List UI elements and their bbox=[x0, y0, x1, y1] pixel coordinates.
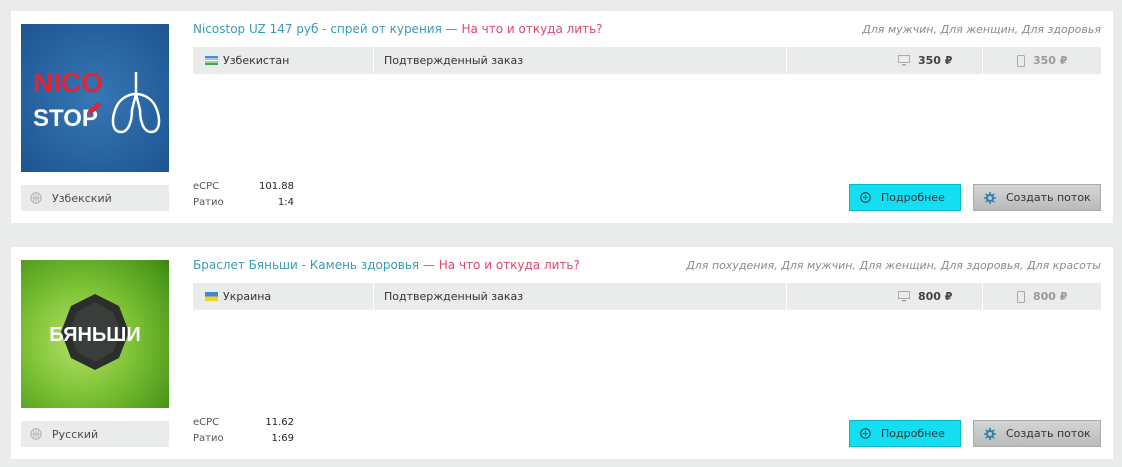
phone-icon bbox=[1017, 54, 1025, 67]
offer-categories: Для мужчин, Для женщин, Для здоровья bbox=[862, 23, 1101, 36]
monitor-icon bbox=[898, 55, 910, 66]
ecpc-value: 101.88 bbox=[259, 181, 294, 192]
offer-question-link[interactable]: — На что и откуда лить? bbox=[419, 258, 580, 272]
offer-card: NICO STOP Узбекский Nicostop UZ 147 руб … bbox=[11, 11, 1113, 223]
country-label: Узбекистан bbox=[223, 54, 290, 67]
plus-circle-icon bbox=[860, 428, 871, 439]
flag-uzbekistan-icon bbox=[205, 56, 218, 65]
ratio-label: Ратио bbox=[193, 433, 224, 444]
ratio-value: 1:4 bbox=[277, 197, 294, 208]
image-text-nico: NICO bbox=[33, 67, 103, 98]
offer-question-link[interactable]: — На что и откуда лить? bbox=[442, 22, 603, 36]
mobile-price: 350 ₽ bbox=[1033, 54, 1068, 67]
offer-info-row: Узбекистан Подтвержденный заказ 350 ₽ 35… bbox=[193, 47, 1101, 74]
desktop-price-cell: 800 ₽ bbox=[788, 283, 983, 310]
offer-title[interactable]: Nicostop UZ 147 руб - спрей от курения —… bbox=[193, 22, 603, 36]
create-stream-label: Создать поток bbox=[1006, 427, 1091, 440]
status-cell: Подтвержденный заказ bbox=[374, 47, 787, 74]
image-text-stop: STOP bbox=[33, 105, 98, 132]
offer-stats: eCPC 101.88 Ратио 1:4 bbox=[193, 181, 313, 213]
offer-card: БЯНЬШИ Русский Браслет Бяньши - Камень з… bbox=[11, 247, 1113, 459]
image-text-bianshi: БЯНЬШИ bbox=[49, 324, 141, 346]
desktop-price: 800 ₽ bbox=[918, 290, 953, 303]
more-button-label: Подробнее bbox=[881, 427, 945, 440]
plus-circle-icon bbox=[860, 192, 871, 203]
more-button[interactable]: Подробнее bbox=[849, 420, 961, 447]
ecpc-value: 11.62 bbox=[265, 417, 294, 428]
gear-icon bbox=[984, 427, 996, 440]
country-cell: Украина bbox=[193, 283, 374, 310]
offer-categories: Для похудения, Для мужчин, Для женщин, Д… bbox=[686, 259, 1101, 272]
offer-info-row: Украина Подтвержденный заказ 800 ₽ 800 ₽ bbox=[193, 283, 1101, 310]
gear-icon bbox=[984, 191, 996, 204]
offer-image[interactable]: NICO STOP bbox=[21, 24, 169, 172]
mobile-price-cell: 800 ₽ bbox=[983, 283, 1101, 310]
offer-title[interactable]: Браслет Бяньши - Камень здоровья — На чт… bbox=[193, 258, 580, 272]
mobile-price: 800 ₽ bbox=[1033, 290, 1068, 303]
mobile-price-cell: 350 ₽ bbox=[983, 47, 1101, 74]
offer-stats: eCPC 11.62 Ратио 1:69 bbox=[193, 417, 313, 449]
globe-icon bbox=[30, 192, 42, 204]
ratio-value: 1:69 bbox=[271, 433, 294, 444]
ratio-label: Ратио bbox=[193, 197, 224, 208]
desktop-price-cell: 350 ₽ bbox=[788, 47, 983, 74]
phone-icon bbox=[1017, 290, 1025, 303]
desktop-price: 350 ₽ bbox=[918, 54, 953, 67]
ecpc-label: eCPC bbox=[193, 181, 220, 192]
offer-name-link[interactable]: Nicostop UZ 147 руб - спрей от курения bbox=[193, 22, 442, 36]
globe-icon bbox=[30, 428, 42, 440]
flag-ukraine-icon bbox=[205, 292, 218, 301]
more-button-label: Подробнее bbox=[881, 191, 945, 204]
create-stream-button[interactable]: Создать поток bbox=[973, 420, 1101, 447]
create-stream-button[interactable]: Создать поток bbox=[973, 184, 1101, 211]
country-cell: Узбекистан bbox=[193, 47, 374, 74]
language-box: Русский bbox=[21, 421, 169, 447]
monitor-icon bbox=[898, 291, 910, 302]
offer-name-link[interactable]: Браслет Бяньши - Камень здоровья bbox=[193, 258, 419, 272]
offer-image[interactable]: БЯНЬШИ bbox=[21, 260, 169, 408]
language-box: Узбекский bbox=[21, 185, 169, 211]
create-stream-label: Создать поток bbox=[1006, 191, 1091, 204]
country-label: Украина bbox=[223, 290, 272, 303]
status-cell: Подтвержденный заказ bbox=[374, 283, 787, 310]
language-label: Узбекский bbox=[52, 191, 112, 205]
more-button[interactable]: Подробнее bbox=[849, 184, 961, 211]
ecpc-label: eCPC bbox=[193, 417, 220, 428]
language-label: Русский bbox=[52, 427, 99, 441]
